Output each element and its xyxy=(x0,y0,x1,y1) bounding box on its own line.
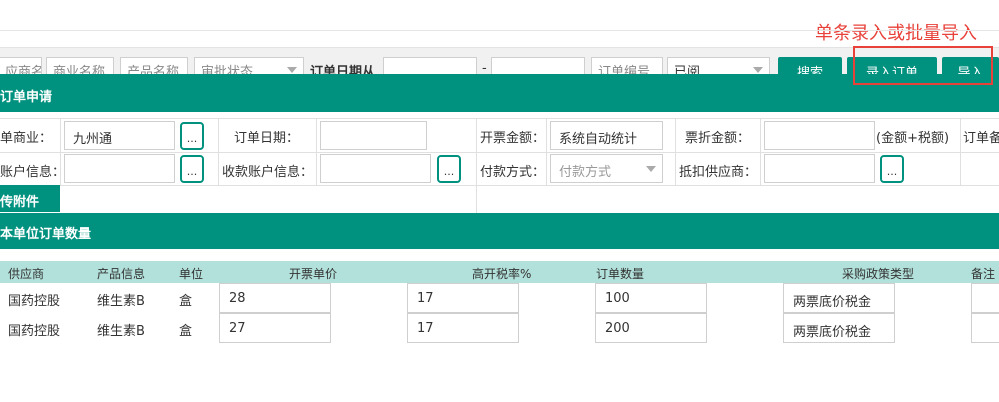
order-remark-label: 订单备 xyxy=(963,131,999,146)
form-border xyxy=(760,118,761,186)
col-supplier: 供应商 xyxy=(8,267,45,281)
tax-input[interactable]: 17 xyxy=(407,313,519,343)
upload-attachment-button[interactable]: 传附件 xyxy=(0,185,60,212)
annotation-text: 单条录入或批量导入 xyxy=(815,23,977,44)
qty-input[interactable]: 200 xyxy=(595,313,707,343)
form-border xyxy=(0,118,999,119)
invoice-amount-label: 开票金额： xyxy=(480,131,546,146)
payment-method-select[interactable]: 付款方式 xyxy=(550,154,663,183)
commercial-label: 单商业： xyxy=(0,131,53,146)
receive-account-label: 收款账户信息： xyxy=(222,165,314,180)
chevron-down-icon xyxy=(287,67,297,73)
deduct-supplier-input[interactable] xyxy=(764,154,875,183)
form-border xyxy=(546,118,547,186)
remark-input[interactable] xyxy=(971,283,999,313)
supplier-cell: 国药控股 xyxy=(8,294,61,309)
chevron-down-icon xyxy=(646,166,656,172)
invoice-amount-input[interactable]: 系统自动统计 xyxy=(550,121,663,150)
form-border xyxy=(675,118,676,186)
unit-cell: 盒 xyxy=(179,294,193,309)
col-qty: 订单数量 xyxy=(596,267,645,281)
form-border xyxy=(316,118,317,186)
col-tax: 高开税率% xyxy=(472,267,532,281)
col-product: 产品信息 xyxy=(97,267,146,281)
unit-cell: 盒 xyxy=(179,324,193,339)
discount-amount-label: 票折金额： xyxy=(685,131,751,146)
deduct-supplier-picker-button[interactable]: ... xyxy=(880,155,904,183)
account-info-label: 账户信息： xyxy=(0,165,66,180)
account-picker-button[interactable]: ... xyxy=(180,155,204,183)
commercial-input[interactable]: 九州通 xyxy=(64,121,175,150)
highlight-box xyxy=(853,46,993,85)
policy-input[interactable]: 两票底价税金 xyxy=(783,313,895,343)
form-border xyxy=(0,152,999,153)
receive-account-picker-button[interactable]: ... xyxy=(437,155,461,183)
payment-method-label: 付款方式： xyxy=(480,165,546,180)
price-input[interactable]: 27 xyxy=(219,313,331,343)
col-unit: 单位 xyxy=(179,267,204,281)
order-date-label: 订单日期： xyxy=(234,131,300,146)
discount-amount-input[interactable] xyxy=(764,121,875,150)
payment-method-placeholder: 付款方式 xyxy=(559,165,612,180)
commercial-picker-button[interactable]: ... xyxy=(180,122,204,150)
order-application-header: 订单申请 xyxy=(0,74,999,112)
order-date-input[interactable] xyxy=(320,121,427,150)
supplier-cell: 国药控股 xyxy=(8,324,61,339)
col-policy: 采购政策类型 xyxy=(842,267,915,281)
col-price: 开票单价 xyxy=(289,267,338,281)
price-input[interactable]: 28 xyxy=(219,283,331,313)
order-quantity-header: 本单位订单数量 xyxy=(0,213,999,249)
form-border xyxy=(960,118,961,186)
product-cell: 维生素B xyxy=(97,324,145,339)
table-header: 供应商 产品信息 单位 开票单价 高开税率% 订单数量 采购政策类型 备注 xyxy=(0,261,999,283)
remark-input[interactable] xyxy=(971,313,999,343)
account-info-input[interactable] xyxy=(64,154,175,183)
chevron-down-icon xyxy=(753,67,763,73)
receive-account-input[interactable] xyxy=(320,154,431,183)
form-border xyxy=(0,185,999,186)
policy-input[interactable]: 两票底价税金 xyxy=(783,283,895,313)
top-divider xyxy=(0,30,999,31)
order-form: 单商业： 九州通 ... 订单日期： 开票金额： 系统自动统计 票折金额： (金… xyxy=(0,118,999,213)
amount-note: (金额+税额) xyxy=(876,131,950,146)
form-border xyxy=(476,118,477,213)
deduct-supplier-label: 抵扣供应商： xyxy=(679,165,758,180)
form-border xyxy=(218,118,219,186)
col-remark: 备注 xyxy=(971,267,996,281)
tax-input[interactable]: 17 xyxy=(407,283,519,313)
product-cell: 维生素B xyxy=(97,294,145,309)
qty-input[interactable]: 100 xyxy=(595,283,707,313)
